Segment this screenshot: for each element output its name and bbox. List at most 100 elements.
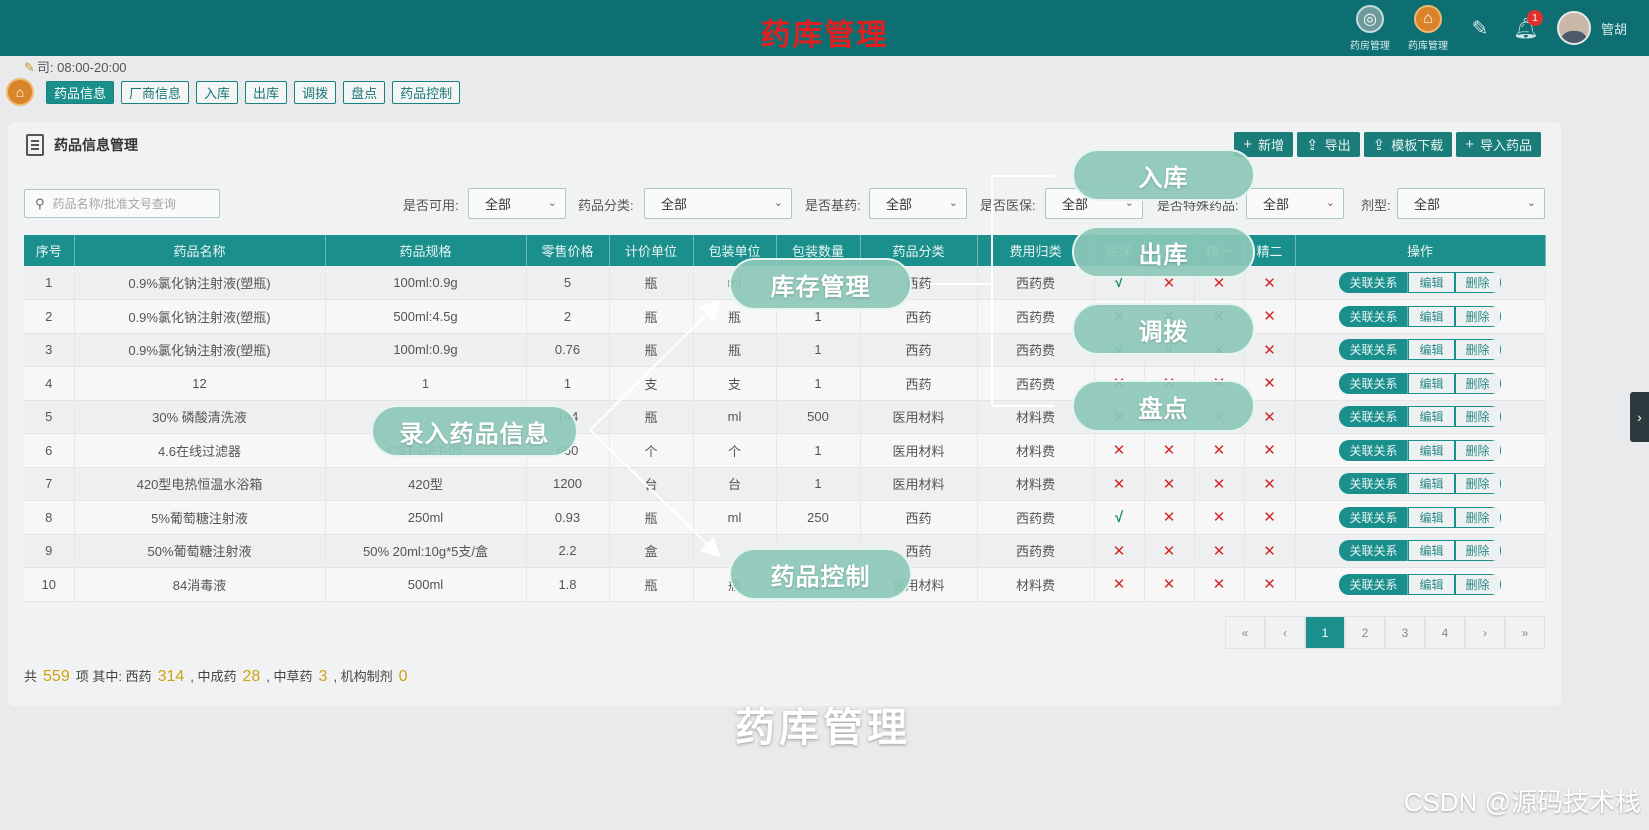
edit-button[interactable]: 编辑 bbox=[1408, 272, 1455, 293]
filter-form-select[interactable]: 全部 ⌄ bbox=[1397, 188, 1545, 219]
filter-essential-select[interactable]: 全部 ⌄ bbox=[869, 188, 967, 219]
relation-button[interactable]: 关联关系 bbox=[1339, 339, 1409, 361]
delete-button[interactable]: 删除 bbox=[1454, 573, 1501, 595]
delete-button[interactable]: 删除 bbox=[1454, 339, 1501, 361]
table-row[interactable]: 30.9%氯化钠注射液(塑瓶)100ml:0.9g0.76瓶瓶1西药西药费√√✕… bbox=[24, 333, 1546, 367]
edit-button[interactable]: 编辑 bbox=[1408, 406, 1455, 428]
edit-button[interactable]: 编辑 bbox=[1408, 439, 1455, 461]
cell-name: 50%葡萄糖注射液 bbox=[74, 534, 326, 568]
relation-button[interactable]: 关联关系 bbox=[1339, 540, 1409, 562]
col-spec[interactable]: 药品规格 bbox=[325, 235, 527, 266]
col-price[interactable]: 零售价格 bbox=[526, 235, 610, 266]
table-row[interactable]: 7 420型电热恒温水浴箱 420型 1200 台台 1 医用材料 材料费 ✕ ✕ ✕ ✕ 关联关系 编辑… bbox=[24, 467, 1546, 501]
relation-button[interactable]: 关联关系 bbox=[1339, 473, 1409, 495]
module-pharmacy-label: 药房管理 bbox=[1349, 40, 1390, 52]
next-page-button[interactable]: › bbox=[1465, 616, 1505, 649]
cell-category: 西药 bbox=[860, 366, 978, 401]
last-page-button[interactable]: » bbox=[1505, 616, 1545, 649]
cell-index: 6 bbox=[24, 433, 75, 468]
relation-button[interactable]: 关联关系 bbox=[1339, 305, 1409, 327]
table-row[interactable]: 41211支支1西药西药费✕✕✕✕关联关系编辑删除 bbox=[24, 366, 1546, 401]
edit-button[interactable]: 编辑 bbox=[1408, 573, 1455, 595]
cell-psy2: ✕ bbox=[1244, 467, 1296, 501]
avatar[interactable] bbox=[1556, 11, 1591, 45]
nav-transfer[interactable]: 调拨 bbox=[294, 80, 337, 104]
page-4[interactable]: 4 bbox=[1425, 616, 1465, 649]
page-1[interactable]: 1 bbox=[1305, 616, 1345, 649]
home-icon[interactable]: ⌂ bbox=[6, 78, 34, 106]
cell-unit: 瓶 bbox=[609, 299, 694, 334]
edit-button[interactable]: 编辑 bbox=[1408, 473, 1455, 495]
cross-icon: ✕ bbox=[1263, 576, 1276, 594]
search-input[interactable]: ⚲ 药品名称/批准文号查询 bbox=[24, 189, 220, 218]
nav-drug-control[interactable]: 药品控制 bbox=[392, 80, 461, 104]
nav-manufacturer[interactable]: 厂商信息 bbox=[121, 80, 190, 104]
table-row[interactable]: 64.6在线过滤器CST-GPT-05660个个1医用材料材料费✕✕✕✕关联关系… bbox=[24, 433, 1546, 468]
summary-inst-label: , 机构制剂 bbox=[333, 669, 393, 684]
relation-button[interactable]: 关联关系 bbox=[1339, 406, 1409, 428]
nav-stock-in[interactable]: 入库 bbox=[196, 80, 239, 104]
nav-stock-out[interactable]: 出库 bbox=[245, 80, 288, 104]
table-row[interactable]: 530% 磷酸清洗液144瓶ml500医用材料材料费✕✕✕✕关联关系编辑删除 bbox=[24, 400, 1546, 434]
cell-index: 10 bbox=[24, 567, 75, 602]
overlay-caption: 药库管理 bbox=[735, 706, 911, 750]
filter-category-select[interactable]: 全部 ⌄ bbox=[644, 188, 792, 219]
col-name[interactable]: 药品名称 bbox=[74, 235, 326, 266]
export-button[interactable]: ⇪ 导出 bbox=[1297, 132, 1360, 157]
filter-special-select[interactable]: 全部 ⌄ bbox=[1246, 188, 1344, 219]
edit-button[interactable]: 编辑 bbox=[1408, 506, 1455, 528]
cell-unit: 台 bbox=[609, 467, 694, 501]
module-pharmacy[interactable]: ◎ 药房管理 bbox=[1341, 0, 1399, 56]
import-button[interactable]: + 导入药品 bbox=[1456, 132, 1541, 157]
table-row[interactable]: 8 5%葡萄糖注射液 250ml 0.93 瓶 ml 250 西药 西药费 √ ✕ ✕ ✕ 关联关系 编辑删… bbox=[24, 500, 1546, 535]
delete-button[interactable]: 删除 bbox=[1454, 506, 1501, 528]
template-download-button[interactable]: ⇪ 模板下载 bbox=[1363, 132, 1453, 157]
row-actions: 关联关系 编辑 删除 bbox=[1339, 540, 1501, 562]
edit-icon[interactable]: ✎ bbox=[1457, 0, 1503, 56]
delete-button[interactable]: 删除 bbox=[1454, 372, 1501, 394]
panel-header: 药品信息管理 bbox=[26, 134, 138, 156]
delete-button[interactable]: 删除 bbox=[1454, 272, 1501, 293]
search-placeholder: 药品名称/批准文号查询 bbox=[52, 197, 176, 211]
cell-spec: 500ml bbox=[325, 567, 527, 602]
first-page-button[interactable]: « bbox=[1225, 616, 1265, 649]
page-3[interactable]: 3 bbox=[1385, 616, 1425, 649]
delete-button[interactable]: 删除 bbox=[1454, 473, 1501, 495]
row-actions: 关联关系 编辑 删除 bbox=[1339, 305, 1501, 327]
edit-button[interactable]: 编辑 bbox=[1408, 540, 1455, 562]
cross-icon: ✕ bbox=[1212, 509, 1226, 527]
edit-button[interactable]: 编辑 bbox=[1408, 372, 1455, 394]
relation-button[interactable]: 关联关系 bbox=[1339, 272, 1409, 293]
edit-button[interactable]: 编辑 bbox=[1408, 305, 1455, 327]
filter-available-select[interactable]: 全部 ⌄ bbox=[468, 188, 566, 219]
col-unit[interactable]: 计价单位 bbox=[609, 235, 694, 266]
cell-pack-unit: 台 bbox=[693, 467, 777, 501]
cell-name: 12 bbox=[74, 366, 326, 401]
cell-actions: 关联关系 编辑 删除 bbox=[1295, 400, 1546, 434]
nav-drug-info[interactable]: 药品信息 bbox=[46, 80, 115, 104]
prev-page-button[interactable]: ‹ bbox=[1265, 616, 1305, 649]
delete-button[interactable]: 删除 bbox=[1454, 305, 1501, 327]
relation-button[interactable]: 关联关系 bbox=[1339, 506, 1409, 528]
module-warehouse[interactable]: ⌂ 药库管理 bbox=[1399, 0, 1457, 56]
filter-category-value: 全部 bbox=[661, 197, 688, 212]
bubble-input-drug-info: 录入药品信息 bbox=[371, 405, 578, 457]
relation-button[interactable]: 关联关系 bbox=[1339, 573, 1409, 595]
relation-button[interactable]: 关联关系 bbox=[1339, 372, 1409, 394]
row-actions: 关联关系 编辑 删除 bbox=[1339, 372, 1501, 394]
cell-fee: 西药费 bbox=[977, 266, 1095, 300]
nav-inventory-check[interactable]: 盘点 bbox=[343, 80, 386, 104]
page-2[interactable]: 2 bbox=[1345, 616, 1385, 649]
edit-button[interactable]: 编辑 bbox=[1408, 339, 1455, 361]
cross-icon: ✕ bbox=[1263, 475, 1276, 493]
username[interactable]: 管胡 bbox=[1601, 19, 1627, 38]
chevron-right-icon[interactable]: › bbox=[1630, 392, 1649, 442]
cell-unit: 瓶 bbox=[609, 400, 694, 434]
delete-button[interactable]: 删除 bbox=[1454, 439, 1501, 461]
delete-button[interactable]: 删除 bbox=[1454, 540, 1501, 562]
chevron-down-icon: ⌄ bbox=[547, 197, 557, 209]
relation-button[interactable]: 关联关系 bbox=[1339, 439, 1409, 461]
bell-icon[interactable]: 🔔︎ 1 bbox=[1503, 0, 1549, 56]
summary-total: 559 bbox=[43, 668, 70, 685]
delete-button[interactable]: 删除 bbox=[1454, 406, 1501, 428]
